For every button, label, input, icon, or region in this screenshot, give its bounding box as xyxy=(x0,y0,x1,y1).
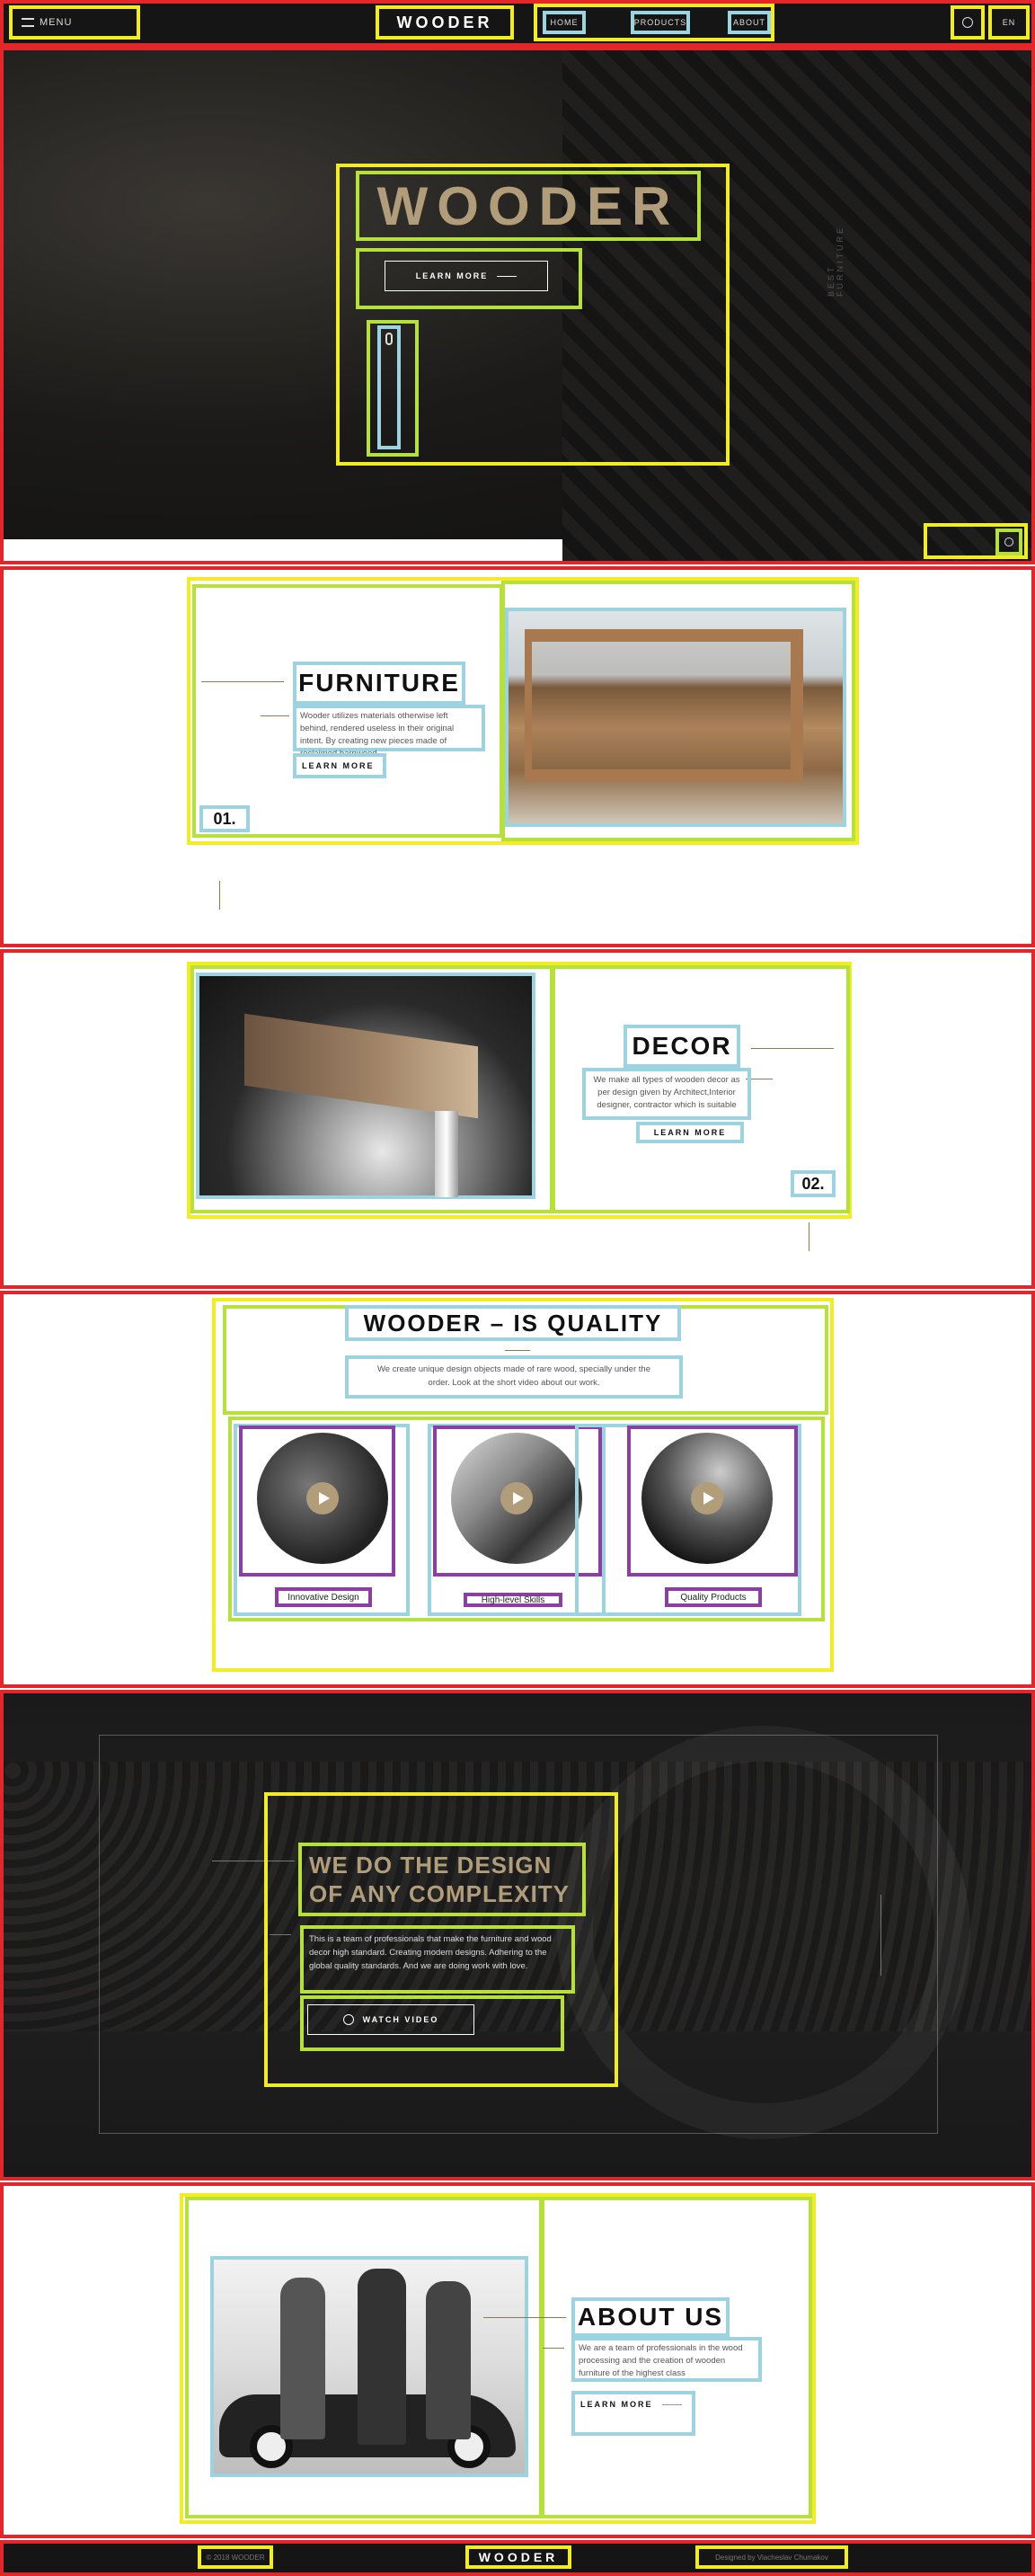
menu-button[interactable]: MENU xyxy=(9,5,140,40)
complexity-play-watermark xyxy=(557,1726,970,2139)
search-button[interactable] xyxy=(951,5,985,40)
quality-text: We create unique design objects made of … xyxy=(376,1364,650,1388)
decor-image xyxy=(196,973,535,1199)
furniture-text-box: Wooder utilizes materials otherwise left… xyxy=(293,705,485,759)
complexity-deco-vline xyxy=(880,1895,881,1976)
decor-text-box: We make all types of wooden decor as per… xyxy=(582,1068,751,1120)
complexity-title-box: WE DO THE DESIGN OF ANY COMPLEXITY xyxy=(298,1843,586,1916)
person-3 xyxy=(426,2281,471,2439)
header-bar xyxy=(0,0,1035,47)
quality-title-underline xyxy=(505,1350,530,1351)
quality-title-box: WOODER – IS QUALITY xyxy=(345,1305,681,1341)
hero-learn-more-button[interactable]: LEARN MORE xyxy=(385,261,548,291)
nav-home[interactable]: HOME xyxy=(543,11,586,34)
play-icon[interactable] xyxy=(500,1482,533,1515)
person-1 xyxy=(280,2278,325,2439)
complexity-title-line2: OF ANY COMPLEXITY xyxy=(309,1880,571,1907)
furniture-title-box: FURNITURE xyxy=(293,662,465,705)
menu-icon xyxy=(22,18,34,27)
furniture-image xyxy=(505,608,846,827)
furniture-learn-more[interactable]: LEARN MORE xyxy=(293,753,386,778)
arrow-right-icon xyxy=(661,2404,682,2405)
about-text: We are a team of professionals in the wo… xyxy=(579,2343,743,2378)
hero-title: WOODER xyxy=(376,175,680,236)
hero-scroll-track[interactable] xyxy=(377,325,401,449)
decor-number: 02. xyxy=(791,1170,836,1197)
watch-video-button[interactable]: WATCH VIDEO xyxy=(307,2004,474,2035)
about-text-box: We are a team of professionals in the wo… xyxy=(571,2337,762,2382)
play-circle-icon xyxy=(342,2014,354,2025)
footer-logo[interactable]: WOODER xyxy=(465,2545,571,2569)
share-icon xyxy=(1004,537,1013,546)
complexity-text-marker xyxy=(270,1934,291,1935)
hero-progress-bar xyxy=(4,539,562,561)
furniture-deco-line xyxy=(201,681,284,682)
decor-title-box: DECOR xyxy=(624,1025,740,1068)
bench-leg xyxy=(435,1111,458,1197)
play-icon[interactable] xyxy=(691,1482,723,1515)
complexity-text-box: This is a team of professionals that mak… xyxy=(300,1925,575,1994)
nav-products[interactable]: PRODUCTS xyxy=(631,11,690,34)
quality-item-2-caption-box: High-level Skills xyxy=(464,1593,562,1607)
decor-deco-line xyxy=(751,1048,834,1049)
decor-title: DECOR xyxy=(632,1032,732,1060)
complexity-title-line1: WE DO THE DESIGN xyxy=(309,1852,553,1879)
about-title-box: ABOUT US xyxy=(571,2297,730,2337)
quality-title: WOODER – IS QUALITY xyxy=(363,1309,663,1337)
furniture-scroll-line xyxy=(219,881,220,910)
share-button[interactable] xyxy=(995,529,1022,555)
about-deco-line xyxy=(483,2317,566,2318)
arrow-right-icon xyxy=(497,275,518,277)
about-learn-more[interactable]: LEARN MORE xyxy=(571,2391,695,2436)
about-title: ABOUT US xyxy=(577,2303,724,2331)
menu-label: MENU xyxy=(40,17,73,28)
about-image xyxy=(210,2256,528,2477)
hero-side-text: BEST FURNITURE xyxy=(827,226,845,297)
quality-item-1-caption-box: Innovative Design xyxy=(275,1587,372,1607)
nav-about[interactable]: ABOUT xyxy=(728,11,771,34)
decor-learn-more[interactable]: LEARN MORE xyxy=(636,1122,744,1143)
play-icon[interactable] xyxy=(306,1482,339,1515)
search-icon xyxy=(962,17,973,28)
furniture-deco-line-short xyxy=(261,715,289,716)
quality-text-box: We create unique design objects made of … xyxy=(345,1355,683,1399)
footer-credits[interactable]: Designed by Viacheslav Chumakov xyxy=(695,2545,848,2569)
bench-shape xyxy=(244,1013,478,1119)
hero-title-box: WOODER xyxy=(356,171,701,241)
furniture-number: 01. xyxy=(199,805,250,832)
language-switch[interactable]: EN xyxy=(988,5,1030,40)
complexity-text: This is a team of professionals that mak… xyxy=(309,1934,552,1971)
about-deco-line-short xyxy=(543,2348,564,2349)
decor-text: We make all types of wooden decor as per… xyxy=(593,1075,740,1110)
scroll-thumb xyxy=(385,333,393,345)
person-2 xyxy=(358,2269,406,2445)
quality-item-3-caption-box: Quality Products xyxy=(665,1587,762,1607)
furniture-title: FURNITURE xyxy=(298,669,460,697)
footer-copyright: © 2018 WOODER xyxy=(198,2545,273,2569)
table-shape xyxy=(525,629,803,782)
header-logo[interactable]: WOODER xyxy=(376,5,514,40)
